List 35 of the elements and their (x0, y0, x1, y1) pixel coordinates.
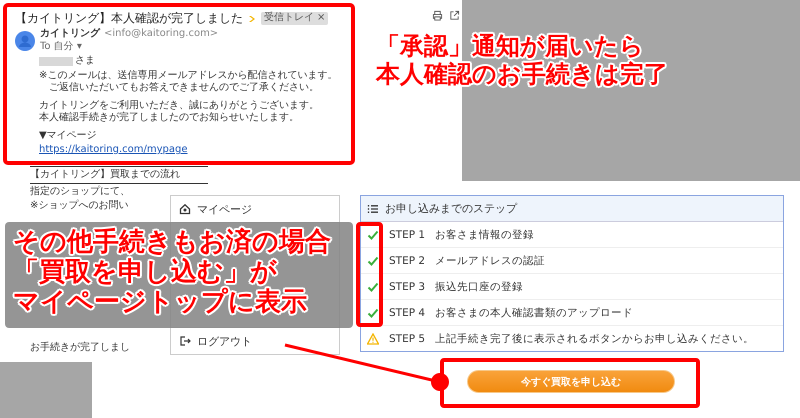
sender-address: <info@kaitoring.com> (104, 28, 218, 40)
callout-text: その他手続きもお済の場合 「買取を申し込む」が マイページトップに表示 (13, 228, 332, 318)
step-label: STEP 5 (389, 332, 426, 344)
step-label: STEP 1 (389, 228, 426, 240)
print-icon[interactable] (432, 10, 443, 21)
email-paragraph: ※このメールは、送信専用メールアドレスから配信されています。 ご返信いただいてもお答えできませんのでご了承ください。 (39, 70, 338, 94)
email-subject: 【カイトリング】本人確認が完了しました (15, 11, 243, 26)
email-paragraph: カイトリングをご利用いただき、誠にありがとうございます。 本人確認手続きが完了しましたのでお知らせいたします。 (39, 100, 320, 124)
step-label: STEP 4 (389, 306, 426, 318)
step-text: 振込先口座の登録 (435, 280, 524, 294)
folder-tag[interactable]: 受信トレイ × (261, 12, 328, 25)
callout-text: 「承認」通知が届いたら 本人確認のお手続きは完了 (376, 33, 668, 88)
external-link-icon[interactable] (449, 10, 460, 21)
email-line: お手続きが完了しまし (30, 340, 130, 354)
mypage-link[interactable]: https://kaitoring.com/mypage (39, 144, 343, 156)
steps-title: お申し込みまでのステップ (385, 201, 517, 216)
email-line: ※ショップへのお問い (30, 200, 128, 212)
email-line: 指定のショップにて、 (30, 186, 130, 198)
step-label: STEP 3 (389, 280, 426, 292)
list-icon (367, 202, 379, 214)
step-text: 上記手続き完了後に表示されるボタンからお申し込みください。 (435, 332, 754, 346)
step-label: STEP 2 (389, 254, 426, 266)
step-text: お客さま情報の登録 (435, 228, 534, 242)
salutation-text: さま (75, 55, 95, 68)
email-paragraph: ▼マイページ (39, 130, 98, 142)
home-icon (179, 203, 191, 215)
step-text: メールアドレスの認証 (435, 254, 546, 268)
blurred-name (39, 56, 73, 66)
avatar-icon (15, 30, 35, 50)
step-text: お客さまの本人確認書類のアップロード (435, 306, 634, 320)
chevron-icon (248, 14, 256, 22)
recipient-text[interactable]: To 自分 ▾ (40, 40, 218, 53)
sender-name: カイトリング (40, 28, 100, 40)
section-title: 【カイトリング】買取までの流れ (30, 169, 180, 181)
logout-icon (179, 335, 191, 347)
